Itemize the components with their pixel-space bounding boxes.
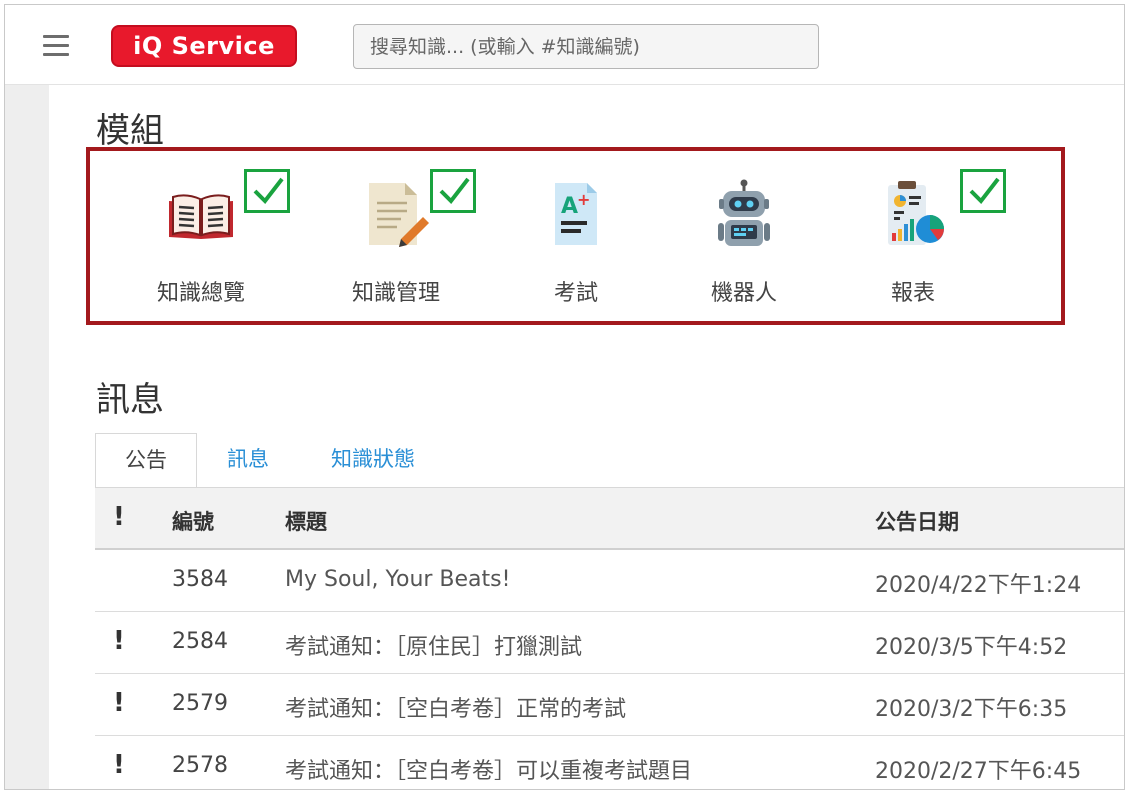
row-date: 2020/4/22下午1:24 xyxy=(875,573,1082,598)
document-pencil-icon xyxy=(361,179,431,249)
svg-text:A: A xyxy=(561,194,578,219)
app-frame: iQ Service 模組 知識總 xyxy=(4,4,1125,790)
logo-text: iQ Service xyxy=(133,32,275,60)
important-flag: ! xyxy=(113,750,125,780)
tab-knowledge-status[interactable]: 知識狀態 xyxy=(317,433,429,488)
table-row[interactable]: 3584 My Soul, Your Beats! 2020/4/22下午1:2… xyxy=(95,550,1124,612)
row-date: 2020/3/5下午4:52 xyxy=(875,635,1068,660)
tab-messages[interactable]: 訊息 xyxy=(215,433,281,488)
report-chart-icon xyxy=(878,179,948,249)
left-sidebar-strip xyxy=(5,85,49,789)
important-flag: ! xyxy=(113,626,125,656)
robot-icon xyxy=(709,179,779,249)
module-exam[interactable]: A + 考試 xyxy=(501,151,651,321)
messages-heading: 訊息 xyxy=(96,380,164,420)
column-header-flag[interactable]: ! xyxy=(113,502,125,532)
module-label: 知識管理 xyxy=(351,281,440,306)
tab-announcements[interactable]: 公告 xyxy=(95,433,197,488)
row-title-link[interactable]: 考試通知：［空白考卷］正常的考試 xyxy=(285,691,626,723)
table-row[interactable]: ! 2579 考試通知：［空白考卷］正常的考試 2020/3/2下午6:35 xyxy=(95,674,1124,736)
module-label: 考試 xyxy=(553,281,598,306)
row-title-link[interactable]: 考試通知：［原住民］打獵測試 xyxy=(285,629,582,661)
checkbox-checked-icon[interactable] xyxy=(430,169,476,213)
hamburger-menu-icon[interactable] xyxy=(43,35,69,57)
module-label: 機器人 xyxy=(710,281,777,306)
checkbox-checked-icon[interactable] xyxy=(960,169,1006,213)
row-title-link[interactable]: 考試通知：［空白考卷］可以重複考試題目 xyxy=(285,753,692,785)
modules-panel: 知識總覽 知識管理 A + 考試 機器人 報表 xyxy=(86,147,1065,325)
column-header-id[interactable]: 編號 xyxy=(172,506,214,536)
table-row[interactable]: ! 2584 考試通知：［原住民］打獵測試 2020/3/5下午4:52 xyxy=(95,612,1124,674)
table-row[interactable]: ! 2578 考試通知：［空白考卷］可以重複考試題目 2020/2/27下午6:… xyxy=(95,736,1124,789)
row-id: 2584 xyxy=(172,629,228,654)
top-bar: iQ Service xyxy=(5,5,1124,85)
row-id: 2578 xyxy=(172,753,228,778)
iq-service-logo[interactable]: iQ Service xyxy=(111,25,297,67)
row-date: 2020/2/27下午6:45 xyxy=(875,759,1082,784)
module-label: 報表 xyxy=(890,281,935,306)
row-id: 3584 xyxy=(172,567,228,592)
modules-heading: 模組 xyxy=(96,111,164,151)
row-date: 2020/3/2下午6:35 xyxy=(875,697,1068,722)
search-input[interactable] xyxy=(353,24,819,69)
table-header: ! 編號 標題 公告日期 xyxy=(95,488,1124,550)
module-label: 知識總覽 xyxy=(156,281,245,306)
exam-grade-icon: A + xyxy=(541,179,611,249)
column-header-title[interactable]: 標題 xyxy=(285,506,327,536)
important-flag: ! xyxy=(113,688,125,718)
svg-text:+: + xyxy=(577,190,590,209)
row-title-link[interactable]: My Soul, Your Beats! xyxy=(285,567,510,592)
column-header-date[interactable]: 公告日期 xyxy=(875,506,959,536)
row-id: 2579 xyxy=(172,691,228,716)
open-book-icon xyxy=(166,179,236,249)
checkbox-checked-icon[interactable] xyxy=(244,169,290,213)
module-robot[interactable]: 機器人 xyxy=(669,151,819,321)
